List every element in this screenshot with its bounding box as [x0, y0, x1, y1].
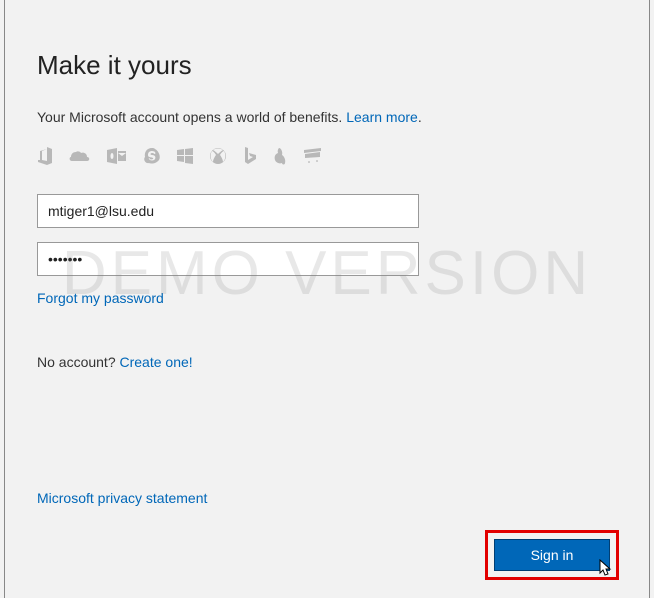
create-account-link[interactable]: Create one! [120, 354, 193, 370]
store-icon [303, 148, 323, 169]
windows-icon [177, 148, 193, 169]
office-icon [37, 147, 53, 170]
forgot-password-link[interactable]: Forgot my password [37, 290, 164, 306]
signin-panel: DEMO VERSION Make it yours Your Microsof… [4, 0, 650, 598]
password-field[interactable] [37, 242, 419, 276]
email-field[interactable] [37, 194, 419, 228]
service-icons-row [37, 147, 617, 170]
page-title: Make it yours [37, 50, 617, 81]
skype-icon [143, 147, 161, 170]
privacy-statement-link[interactable]: Microsoft privacy statement [37, 490, 207, 506]
signin-button[interactable]: Sign in [494, 539, 610, 571]
bing-icon [243, 147, 257, 170]
no-account-row: No account? Create one! [37, 354, 617, 370]
onedrive-icon [69, 149, 91, 168]
learn-more-link[interactable]: Learn more [346, 109, 418, 125]
msn-icon [273, 147, 287, 170]
xbox-icon [209, 147, 227, 170]
subtitle-text: Your Microsoft account opens a world of … [37, 109, 346, 125]
outlook-icon [107, 148, 127, 169]
signin-highlight-box: Sign in [485, 530, 619, 580]
subtitle-period: . [418, 109, 422, 125]
subtitle: Your Microsoft account opens a world of … [37, 109, 617, 125]
no-account-text: No account? [37, 354, 120, 370]
